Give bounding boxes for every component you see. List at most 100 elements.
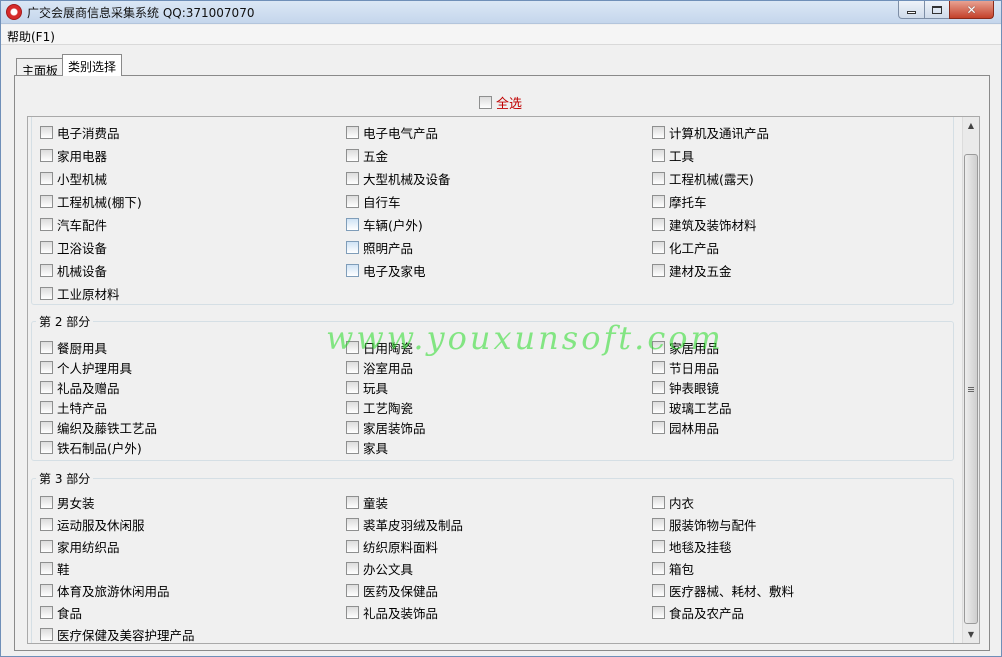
- category-checkbox[interactable]: 纺织原料面料: [346, 537, 438, 556]
- checkbox-box[interactable]: [40, 628, 53, 641]
- category-checkbox[interactable]: 食品及农产品: [652, 603, 744, 622]
- checkbox-box[interactable]: [652, 195, 665, 208]
- category-checkbox[interactable]: 日用陶瓷: [346, 338, 413, 357]
- checkbox-box[interactable]: [346, 584, 359, 597]
- checkbox-box[interactable]: [652, 562, 665, 575]
- category-checkbox[interactable]: 内衣: [652, 493, 694, 512]
- minimize-button[interactable]: [898, 1, 925, 19]
- checkbox-box[interactable]: [40, 518, 53, 531]
- checkbox-box[interactable]: [346, 195, 359, 208]
- checkbox-box[interactable]: [40, 361, 53, 374]
- tab-category-select[interactable]: 类别选择: [62, 54, 123, 76]
- checkbox-box[interactable]: [652, 421, 665, 434]
- checkbox-box[interactable]: [40, 606, 53, 619]
- scrollbar-thumb[interactable]: [964, 154, 978, 624]
- category-checkbox[interactable]: 服装饰物与配件: [652, 515, 757, 534]
- category-checkbox[interactable]: 建筑及装饰材料: [652, 215, 757, 234]
- checkbox-box[interactable]: [346, 341, 359, 354]
- category-checkbox[interactable]: 机械设备: [40, 261, 107, 280]
- checkbox-box[interactable]: [40, 218, 53, 231]
- checkbox-box[interactable]: [652, 172, 665, 185]
- checkbox-box[interactable]: [652, 218, 665, 231]
- checkbox-box[interactable]: [40, 172, 53, 185]
- category-checkbox[interactable]: 土特产品: [40, 398, 107, 417]
- checkbox-box[interactable]: [346, 149, 359, 162]
- checkbox-box[interactable]: [346, 606, 359, 619]
- checkbox-box[interactable]: [346, 381, 359, 394]
- category-checkbox[interactable]: 浴室用品: [346, 358, 413, 377]
- category-checkbox[interactable]: 玻璃工艺品: [652, 398, 732, 417]
- maximize-button[interactable]: [924, 1, 950, 19]
- checkbox-box[interactable]: [479, 96, 492, 109]
- title-bar[interactable]: 广交会展商信息采集系统 QQ:371007070 ✕: [1, 1, 1001, 24]
- checkbox-box[interactable]: [652, 381, 665, 394]
- category-checkbox[interactable]: 节日用品: [652, 358, 719, 377]
- category-checkbox[interactable]: 电子消费品: [40, 123, 120, 142]
- checkbox-box[interactable]: [40, 195, 53, 208]
- scroll-down-button[interactable]: ▼: [963, 626, 979, 643]
- checkbox-box[interactable]: [346, 401, 359, 414]
- category-checkbox[interactable]: 照明产品: [346, 238, 413, 257]
- category-scroll-area[interactable]: 电子消费品 家用电器 小型机械 工程机械(棚下) 汽车配件 卫浴设备 机械设备 工业原材料 电子…: [27, 116, 980, 644]
- category-checkbox[interactable]: 工程机械(棚下): [40, 192, 142, 211]
- checkbox-box[interactable]: [652, 361, 665, 374]
- category-checkbox[interactable]: 化工产品: [652, 238, 719, 257]
- category-checkbox[interactable]: 医疗器械、耗材、敷料: [652, 581, 794, 600]
- category-checkbox[interactable]: 电子电气产品: [346, 123, 438, 142]
- category-checkbox[interactable]: 小型机械: [40, 169, 107, 188]
- category-checkbox[interactable]: 家用电器: [40, 146, 107, 165]
- checkbox-box[interactable]: [40, 562, 53, 575]
- checkbox-box[interactable]: [346, 241, 359, 254]
- category-checkbox[interactable]: 食品: [40, 603, 82, 622]
- category-checkbox[interactable]: 车辆(户外): [346, 215, 423, 234]
- checkbox-box[interactable]: [346, 518, 359, 531]
- checkbox-box[interactable]: [40, 341, 53, 354]
- checkbox-box[interactable]: [652, 149, 665, 162]
- checkbox-box[interactable]: [652, 540, 665, 553]
- checkbox-box[interactable]: [652, 584, 665, 597]
- category-checkbox[interactable]: 家用纺织品: [40, 537, 120, 556]
- category-checkbox[interactable]: 鞋: [40, 559, 70, 578]
- checkbox-box[interactable]: [40, 441, 53, 454]
- checkbox-box[interactable]: [40, 264, 53, 277]
- category-checkbox[interactable]: 童装: [346, 493, 388, 512]
- category-checkbox[interactable]: 家居用品: [652, 338, 719, 357]
- category-checkbox[interactable]: 园林用品: [652, 418, 719, 437]
- category-checkbox[interactable]: 钟表眼镜: [652, 378, 719, 397]
- category-checkbox[interactable]: 礼品及装饰品: [346, 603, 438, 622]
- category-checkbox[interactable]: 工艺陶瓷: [346, 398, 413, 417]
- category-checkbox[interactable]: 个人护理用具: [40, 358, 132, 377]
- checkbox-box[interactable]: [652, 606, 665, 619]
- category-checkbox[interactable]: 自行车: [346, 192, 401, 211]
- checkbox-box[interactable]: [652, 518, 665, 531]
- checkbox-box[interactable]: [346, 562, 359, 575]
- checkbox-box[interactable]: [346, 264, 359, 277]
- vertical-scrollbar[interactable]: ▲ ▼: [962, 117, 979, 643]
- category-checkbox[interactable]: 汽车配件: [40, 215, 107, 234]
- menu-help[interactable]: 帮助(F1): [7, 28, 55, 45]
- checkbox-box[interactable]: [346, 496, 359, 509]
- checkbox-box[interactable]: [652, 341, 665, 354]
- checkbox-box[interactable]: [346, 421, 359, 434]
- checkbox-box[interactable]: [346, 441, 359, 454]
- category-checkbox[interactable]: 体育及旅游休闲用品: [40, 581, 170, 600]
- category-checkbox[interactable]: 医药及保健品: [346, 581, 438, 600]
- scroll-up-button[interactable]: ▲: [963, 117, 979, 134]
- checkbox-box[interactable]: [346, 361, 359, 374]
- category-checkbox[interactable]: 工程机械(露天): [652, 169, 754, 188]
- checkbox-box[interactable]: [346, 126, 359, 139]
- checkbox-box[interactable]: [652, 264, 665, 277]
- category-checkbox[interactable]: 家居装饰品: [346, 418, 426, 437]
- category-checkbox[interactable]: 运动服及休闲服: [40, 515, 145, 534]
- checkbox-box[interactable]: [40, 149, 53, 162]
- checkbox-box[interactable]: [40, 241, 53, 254]
- category-checkbox[interactable]: 裘革皮羽绒及制品: [346, 515, 463, 534]
- tab-main-panel[interactable]: 主面板: [16, 58, 65, 78]
- category-checkbox[interactable]: 电子及家电: [346, 261, 426, 280]
- checkbox-box[interactable]: [652, 241, 665, 254]
- category-checkbox[interactable]: 铁石制品(户外): [40, 438, 142, 457]
- category-checkbox[interactable]: 编织及藤铁工艺品: [40, 418, 157, 437]
- checkbox-box[interactable]: [346, 540, 359, 553]
- category-checkbox[interactable]: 餐厨用具: [40, 338, 107, 357]
- checkbox-box[interactable]: [40, 540, 53, 553]
